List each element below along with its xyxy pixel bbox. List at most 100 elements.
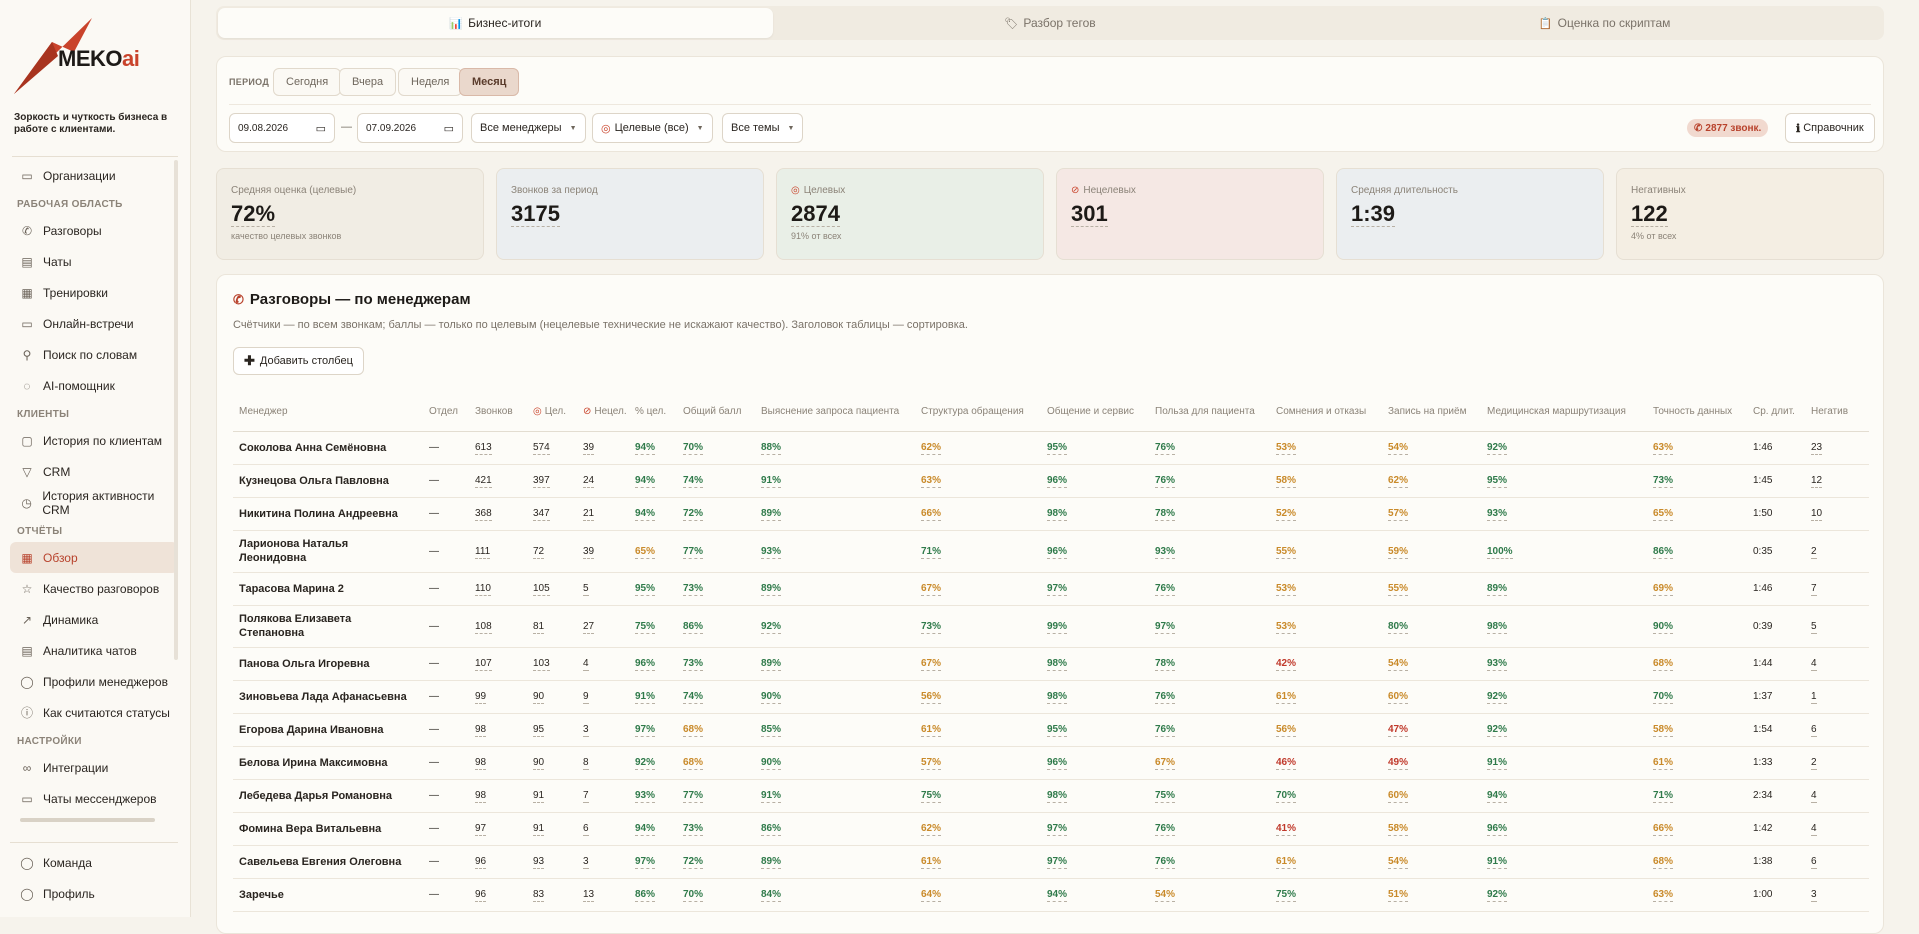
sidebar-scrollbar[interactable]	[174, 160, 178, 660]
sidebar-item-star[interactable]: ☆ Качество разговоров	[10, 573, 178, 604]
sidebar-item-grid[interactable]: ▦ Обзор	[10, 542, 178, 573]
column-header[interactable]: Менеджер	[233, 393, 423, 432]
table-cell: 3	[577, 713, 629, 747]
kpi-negative: Негативных 122 4% от всех	[1616, 168, 1884, 260]
column-header[interactable]: Выяснение запроса пациента	[755, 393, 915, 432]
table-cell: 1	[1805, 680, 1869, 714]
sidebar-scrollbar-horizontal[interactable]	[20, 818, 155, 822]
column-header[interactable]: % цел.	[629, 393, 677, 432]
table-row[interactable]: Лебедева Дарья Романовна —98 91 7 93% 77% 91% 7…	[233, 779, 1869, 813]
sidebar-item-team[interactable]: ◯ Команда	[10, 847, 178, 878]
sidebar-item-video[interactable]: ▭ Онлайн-встречи	[10, 308, 178, 339]
column-header[interactable]: Польза для пациента	[1149, 393, 1270, 432]
sidebar-item-filter[interactable]: ▽ CRM	[10, 456, 178, 487]
table-cell: 62%	[915, 431, 1041, 465]
sidebar-item-chat[interactable]: ▤ Чаты	[10, 246, 178, 277]
table-row[interactable]: Зиновьева Лада Афанасьевна —99 90 9 91% 74% 90…	[233, 680, 1869, 714]
chevron-down-icon: ▼	[696, 124, 704, 132]
column-header[interactable]: Точность данных	[1647, 393, 1747, 432]
table-cell: 94%	[629, 431, 677, 465]
table-row[interactable]: Полякова Елизавета Степановна —108 81 27 75%…	[233, 605, 1869, 648]
sidebar-item-chat-analytics[interactable]: ▤ Аналитика чатов	[10, 635, 178, 666]
table-cell: 77%	[677, 530, 755, 573]
column-header[interactable]: Негатив	[1805, 393, 1869, 432]
table-cell: 3	[1805, 878, 1869, 912]
date-from-input[interactable]: 09.08.2026 ▭	[229, 113, 335, 143]
sidebar-item-help[interactable]: ⓘ Как считаются статусы	[10, 697, 178, 728]
column-header[interactable]: Структура обращения	[915, 393, 1041, 432]
chat-icon: ▤	[21, 254, 33, 269]
table-row[interactable]: Никитина Полина Андреевна —368 347 21 94% 72%…	[233, 497, 1869, 531]
sidebar-item-messenger[interactable]: ▭ Чаты мессенджеров	[10, 783, 178, 814]
period-today-button[interactable]: Сегодня	[273, 68, 342, 96]
table-cell: 0:35	[1747, 530, 1805, 573]
sidebar-item-label: Поиск по словам	[43, 347, 138, 362]
column-header[interactable]: Отдел	[423, 393, 469, 432]
chevron-down-icon: ▼	[787, 124, 795, 132]
table-row[interactable]: Белова Ирина Максимовна —98 90 8 92% 68% 90% 57…	[233, 746, 1869, 780]
tab-icon: 🏷	[1004, 17, 1019, 30]
date-to-input[interactable]: 07.09.2026 ▭	[357, 113, 463, 143]
kpi-value: 72%	[231, 201, 276, 227]
table-row[interactable]: Соколова Анна Семёновна —613 574 39 94% 70% 88…	[233, 431, 1869, 465]
table-cell: 21	[577, 497, 629, 531]
column-header[interactable]: ◎ Цел.	[527, 393, 577, 432]
column-header[interactable]: Звонков	[469, 393, 527, 432]
sidebar-item-label: Качество разговоров	[43, 581, 160, 596]
table-row[interactable]: Заречье —96 83 13 86% 70% 84% 64% 94% 54% 75% 51% 92…	[233, 878, 1869, 912]
table-row[interactable]: Савельева Евгения Олеговна —96 93 3 97% 72% 89…	[233, 845, 1869, 879]
column-header[interactable]: Ср. длит.	[1747, 393, 1805, 432]
add-column-button[interactable]: ✚ Добавить столбец	[233, 347, 364, 375]
sidebar-item-user[interactable]: ◯ Профиль	[10, 878, 178, 909]
column-header[interactable]: ⊘ Нецел.	[577, 393, 629, 432]
tab-business-results[interactable]: 📊 Бизнес-итоги	[218, 8, 773, 38]
sidebar-item-folder[interactable]: ▭ Организации	[10, 160, 178, 191]
table-row[interactable]: Егорова Дарина Ивановна —98 95 3 97% 68% 85% 61…	[233, 713, 1869, 747]
period-yesterday-button[interactable]: Вчера	[339, 68, 397, 96]
sidebar-item-phone[interactable]: ✆ Разговоры	[10, 215, 178, 246]
column-header[interactable]: Запись на приём	[1382, 393, 1481, 432]
training-icon: ▦	[21, 285, 33, 300]
period-week-button[interactable]: Неделя	[398, 68, 463, 96]
sidebar-item-profile[interactable]: ◯ Профили менеджеров	[10, 666, 178, 697]
table-cell: 1:33	[1747, 746, 1805, 780]
sidebar-item-training[interactable]: ▦ Тренировки	[10, 277, 178, 308]
period-month-button[interactable]: Месяц	[459, 68, 520, 96]
table-cell: 90	[527, 746, 577, 780]
column-header[interactable]: Сомнения и отказы	[1270, 393, 1382, 432]
sidebar-item-history[interactable]: ▢ История по клиентам	[10, 425, 178, 456]
tab-script-evaluation[interactable]: 📋 Оценка по скриптам	[1327, 8, 1882, 38]
profile-icon: ◯	[20, 674, 34, 689]
table-cell: 49%	[1382, 746, 1481, 780]
sidebar-item-ai[interactable]: ◌ AI-помощник	[10, 370, 178, 401]
table-cell: 52%	[1270, 497, 1382, 531]
kpi-value: 301	[1071, 201, 1108, 227]
column-header[interactable]: Общение и сервис	[1041, 393, 1149, 432]
column-header[interactable]: Медицинская маршрутизация	[1481, 393, 1647, 432]
sidebar-item-trend[interactable]: ↗ Динамика	[10, 604, 178, 635]
table-row[interactable]: Кузнецова Ольга Павловна —421 397 24 94% 74% 9…	[233, 464, 1869, 498]
reference-button[interactable]: ℹ Справочник	[1785, 113, 1875, 143]
filter-icon: ▽	[22, 464, 32, 479]
table-cell: 97%	[629, 713, 677, 747]
table-cell: 4	[577, 647, 629, 681]
table-row[interactable]: Ларионова Наталья Леонидовна —111 72 39 65% 7…	[233, 530, 1869, 573]
table-row[interactable]: Панова Ольга Игоревна —107 103 4 96% 73% 89% 67…	[233, 647, 1869, 681]
table-row[interactable]: Фомина Вера Витальевна —97 91 6 94% 73% 86% 62%…	[233, 812, 1869, 846]
column-header[interactable]: Общий балл	[677, 393, 755, 432]
table-cell: 93%	[1149, 530, 1270, 573]
target-select[interactable]: ◎ Целевые (все) ▼	[592, 113, 713, 143]
table-cell: 68%	[1647, 647, 1747, 681]
table-cell: 60%	[1382, 680, 1481, 714]
history-icon: ▢	[21, 433, 33, 448]
table-row[interactable]: Тарасова Марина 2—110 105 5 95% 73% 89% 67% 97%…	[233, 572, 1869, 606]
tab-tags-analysis[interactable]: 🏷 Разбор тегов	[773, 8, 1328, 38]
sidebar-item-link[interactable]: ∞ Интеграции	[10, 752, 178, 783]
department-cell: —	[423, 497, 469, 531]
table-cell: 86%	[629, 878, 677, 912]
topics-select[interactable]: Все темы ▼	[722, 113, 804, 143]
managers-select[interactable]: Все менеджеры ▼	[471, 113, 586, 143]
department-cell: —	[423, 779, 469, 813]
sidebar-item-search[interactable]: ⚲ Поиск по словам	[10, 339, 178, 370]
sidebar-item-activity[interactable]: ◷ История активности CRM	[10, 487, 178, 518]
